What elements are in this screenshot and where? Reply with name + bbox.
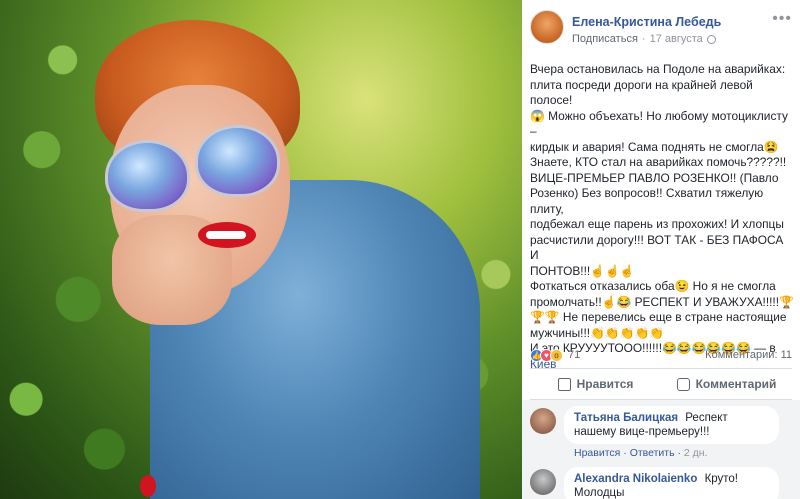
commenter-name[interactable]: Татьяна Балицкая xyxy=(574,412,678,424)
more-options-icon[interactable]: ••• xyxy=(772,10,792,28)
post-photo[interactable] xyxy=(0,0,522,499)
post-text-line: подбежал еще парень из прохожих! И хлопц… xyxy=(530,217,784,231)
reactions[interactable]: 👍 ♥ o xyxy=(530,348,563,362)
post-actions: Нравится Комментарий xyxy=(530,371,792,397)
globe-icon xyxy=(706,34,716,44)
post-text-line: Фоткаться отказались оба😉 Но я не смогла xyxy=(530,279,776,293)
comments-section: Татьяна Балицкая Респект нашему вице-пре… xyxy=(522,400,800,499)
author-name[interactable]: Елена-Кристина Лебедь xyxy=(572,15,721,29)
comment: Татьяна Балицкая Респект нашему вице-пре… xyxy=(530,406,792,459)
post-text-line: мужчины!!!👏👏👏👏👏 xyxy=(530,325,665,340)
post-text-line: промолчать!!☝😂 РЕСПЕКТ И УВАЖУХА!!!!!🏆 xyxy=(530,294,794,309)
post-stats: 👍 ♥ o 71 Комментарии: 11 xyxy=(530,346,792,364)
post-text-line: Розенко) Без вопросов!! Схватил тяжелую … xyxy=(530,186,764,216)
post-panel: Елена-Кристина Лебедь Подписаться · 17 а… xyxy=(522,0,800,499)
post-text-line: ПОНТОВ!!!☝☝☝ xyxy=(530,263,635,278)
reactions-count[interactable]: 71 xyxy=(568,349,580,361)
comment-bubble-icon xyxy=(676,377,690,391)
post-header: Елена-Кристина Лебедь Подписаться · 17 а… xyxy=(530,10,792,50)
comment-bubble: Татьяна Балицкая Респект нашему вице-пре… xyxy=(564,406,779,444)
like-button-label: Нравится xyxy=(576,377,634,391)
sunglasses-right-lens xyxy=(195,125,280,197)
lips xyxy=(198,222,256,248)
comment-like-link[interactable]: Нравится xyxy=(574,447,620,459)
commenter-avatar[interactable] xyxy=(530,469,556,495)
comment-button[interactable]: Комментарий xyxy=(661,371,792,397)
thumbs-up-icon xyxy=(557,377,571,391)
comment: Alexandra Nikolaienko Круто! Молодцы xyxy=(530,467,792,499)
post-text-line: Знаете, КТО стал на аварийках помочь????… xyxy=(530,155,787,169)
post-text-line: ВИЦЕ-ПРЕМЬЕР ПАВЛО РОЗЕНКО!! (Павло xyxy=(530,170,779,185)
post-text: Вчера остановилась на Подоле на аварийка… xyxy=(530,62,794,372)
post-text-line: кирдык и авария! Сама поднять не смогла😫 xyxy=(530,139,779,154)
post-date[interactable]: 17 августа xyxy=(650,33,703,45)
subscribe-link[interactable]: Подписаться xyxy=(572,33,638,45)
comment-button-label: Комментарий xyxy=(695,377,777,391)
red-nail xyxy=(140,475,156,497)
author-avatar[interactable] xyxy=(530,10,564,44)
post-text-line: 🏆🏆 Не перевелись еще в стране настоящие xyxy=(530,310,787,324)
comment-time[interactable]: 2 дн. xyxy=(684,447,708,459)
comment-actions: Нравится · Ответить · 2 дн. xyxy=(574,447,708,459)
post-text-line: Вчера остановилась на Подоле на аварийка… xyxy=(530,62,786,76)
comment-bubble: Alexandra Nikolaienko Круто! Молодцы xyxy=(564,467,779,499)
comment-reply-link[interactable]: Ответить xyxy=(630,447,675,459)
post-text-line: 😱 Можно объехать! Но любому мотоциклисту… xyxy=(530,108,788,139)
meta-separator: · xyxy=(641,33,646,45)
wow-reaction-icon: o xyxy=(550,348,563,362)
divider xyxy=(530,368,792,369)
commenter-name[interactable]: Alexandra Nikolaienko xyxy=(574,473,697,485)
sunglasses-left-lens xyxy=(105,140,190,212)
post-text-line: расчистили дорогу!!! ВОТ ТАК - БЕЗ ПАФОС… xyxy=(530,232,784,263)
like-button[interactable]: Нравится xyxy=(530,371,661,397)
comments-count[interactable]: Комментарии: 11 xyxy=(705,349,792,361)
post-meta: Подписаться · 17 августа xyxy=(572,33,716,45)
commenter-avatar[interactable] xyxy=(530,408,556,434)
post-text-line: плита посреди дороги на крайней левой по… xyxy=(530,77,753,108)
